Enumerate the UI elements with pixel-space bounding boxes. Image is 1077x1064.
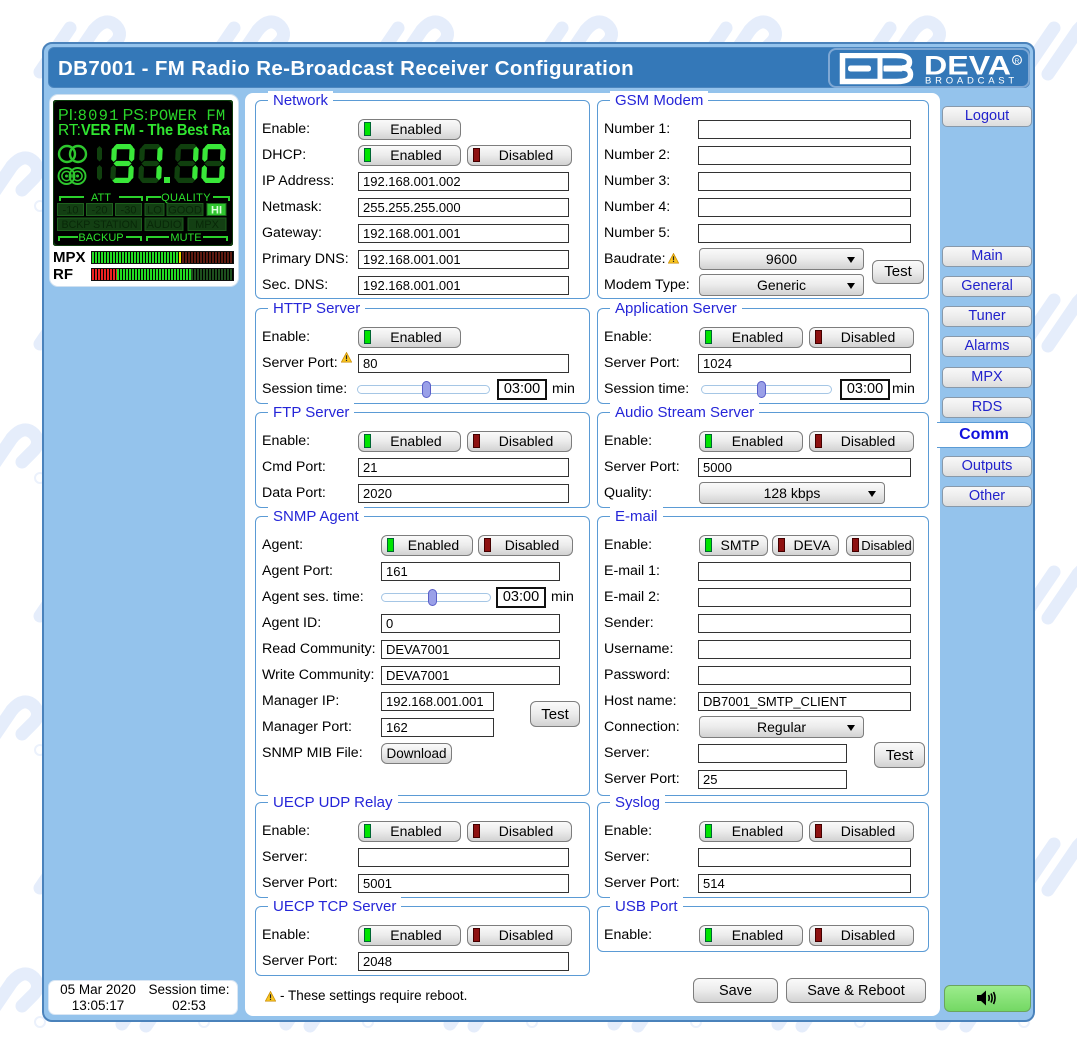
svg-text:MPX: MPX bbox=[195, 219, 220, 231]
svg-text:-20: -20 bbox=[92, 205, 108, 217]
svg-text:BACKUP: BACKUP bbox=[78, 232, 123, 244]
svg-text:-10: -10 bbox=[63, 205, 79, 217]
svg-text:R: R bbox=[1015, 58, 1020, 65]
svg-text:AUDIO: AUDIO bbox=[147, 219, 182, 231]
svg-text:RT:VER FM - The Best Ra: RT:VER FM - The Best Ra bbox=[58, 122, 231, 139]
svg-text:BROADCAST: BROADCAST bbox=[925, 76, 1018, 86]
svg-text:BCKP STATION: BCKP STATION bbox=[62, 219, 138, 231]
svg-text:ATT: ATT bbox=[91, 192, 111, 204]
svg-text:LO: LO bbox=[147, 205, 162, 217]
svg-text:QUALITY: QUALITY bbox=[161, 192, 211, 204]
svg-text:-30: -30 bbox=[121, 205, 137, 217]
svg-text:GOOD: GOOD bbox=[168, 205, 202, 217]
svg-text:MUTE: MUTE bbox=[170, 232, 201, 244]
svg-text:HI: HI bbox=[211, 205, 222, 217]
